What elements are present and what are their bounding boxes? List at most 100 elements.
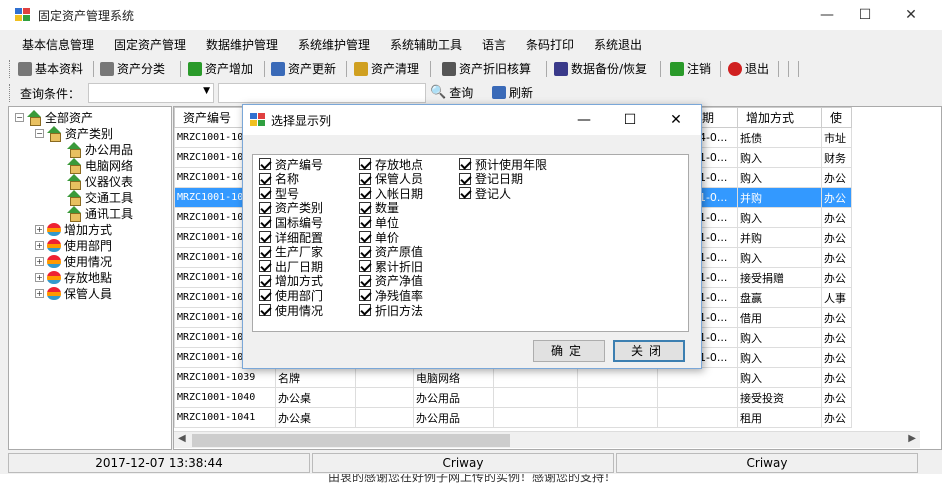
- tree-node-vehicles[interactable]: 交通工具: [67, 189, 133, 206]
- collapse-icon[interactable]: −: [35, 128, 44, 138]
- checkbox-checked-icon[interactable]: [259, 245, 271, 258]
- column-checkbox[interactable]: 资产原值: [359, 245, 423, 259]
- column-checkbox[interactable]: 出厂日期: [259, 259, 323, 274]
- dialog-maximize-button[interactable]: ☐: [607, 105, 653, 135]
- column-checkbox[interactable]: 存放地点: [359, 157, 423, 172]
- checkbox-checked-icon[interactable]: [359, 304, 371, 316]
- tree-node-computer-network[interactable]: 电脑网络: [67, 157, 133, 174]
- column-checkbox[interactable]: 型号: [259, 186, 299, 201]
- menu-system-tools[interactable]: 系统辅助工具: [390, 36, 462, 53]
- column-checkbox[interactable]: 登记人: [459, 186, 511, 201]
- column-header[interactable]: 使: [821, 107, 852, 128]
- asset-update-button[interactable]: 资产更新: [271, 59, 336, 79]
- expand-icon[interactable]: +: [35, 224, 44, 234]
- column-checkbox[interactable]: 入帐日期: [359, 186, 423, 201]
- maximize-button[interactable]: ☐: [842, 0, 888, 30]
- table-row[interactable]: MRZC1001-1041 办公桌 办公用品 租用 办公: [174, 407, 852, 428]
- table-row[interactable]: MRZC1001-1040 办公桌 办公用品 接受投资 办公: [174, 387, 852, 408]
- column-checkbox[interactable]: 折旧方法: [359, 303, 423, 318]
- checkbox-checked-icon[interactable]: [359, 274, 371, 287]
- scroll-thumb[interactable]: [192, 434, 510, 447]
- checkbox-checked-icon[interactable]: [259, 216, 271, 229]
- tree-node-location[interactable]: + 存放地點: [35, 269, 112, 285]
- scroll-left-icon[interactable]: ◀: [178, 433, 186, 444]
- menu-barcode-print[interactable]: 条码打印: [526, 36, 574, 53]
- column-checkbox[interactable]: 单价: [359, 230, 399, 245]
- menu-system-maintenance[interactable]: 系统维护管理: [298, 36, 370, 53]
- depreciation-button[interactable]: 资产折旧核算: [442, 59, 531, 79]
- query-input[interactable]: [218, 83, 426, 103]
- checkbox-checked-icon[interactable]: [459, 172, 471, 185]
- tree-node-category[interactable]: − 资产类别: [35, 125, 113, 142]
- column-checkbox[interactable]: 数量: [359, 201, 399, 215]
- exit-button[interactable]: 退出: [728, 59, 769, 79]
- checkbox-checked-icon[interactable]: [359, 231, 371, 243]
- scroll-right-icon[interactable]: ▶: [908, 433, 916, 444]
- checkbox-checked-icon[interactable]: [259, 289, 271, 302]
- column-checkbox[interactable]: 增加方式: [259, 274, 323, 288]
- column-checkbox[interactable]: 详细配置: [259, 230, 323, 245]
- column-checkbox[interactable]: 生产厂家: [259, 245, 323, 259]
- logout-button[interactable]: 注销: [670, 59, 711, 79]
- collapse-icon[interactable]: −: [15, 112, 24, 122]
- checkbox-checked-icon[interactable]: [459, 187, 471, 200]
- checkbox-checked-icon[interactable]: [359, 260, 371, 273]
- tree-node-office-supplies[interactable]: 办公用品: [67, 141, 133, 158]
- checkbox-checked-icon[interactable]: [359, 158, 371, 170]
- tree-node-department[interactable]: + 使用部門: [35, 237, 112, 253]
- tree-node-custodian[interactable]: + 保管人員: [35, 285, 112, 301]
- table-row[interactable]: MRZC1001-1039 名牌 电脑网络 购入 办公: [174, 367, 852, 388]
- dialog-title-bar[interactable]: 选择显示列 — ☐ ✕: [243, 105, 701, 135]
- column-checkbox[interactable]: 名称: [259, 172, 299, 186]
- backup-restore-button[interactable]: 数据备份/恢复: [554, 59, 647, 79]
- checkbox-checked-icon[interactable]: [259, 172, 271, 185]
- basic-data-button[interactable]: 基本资料: [18, 59, 83, 79]
- asset-category-button[interactable]: 资产分类: [100, 59, 165, 79]
- querybar-grip[interactable]: [9, 84, 12, 102]
- refresh-button[interactable]: 刷新: [492, 84, 533, 101]
- checkbox-checked-icon[interactable]: [259, 231, 271, 243]
- expand-icon[interactable]: +: [35, 272, 44, 282]
- column-checkbox[interactable]: 预计使用年限: [459, 157, 547, 172]
- expand-icon[interactable]: +: [35, 240, 44, 250]
- search-button[interactable]: 🔍 查询: [430, 84, 473, 101]
- checkbox-checked-icon[interactable]: [259, 201, 271, 214]
- checkbox-checked-icon[interactable]: [359, 245, 371, 258]
- checkbox-checked-icon[interactable]: [459, 158, 471, 170]
- checkbox-checked-icon[interactable]: [359, 289, 371, 302]
- checkbox-checked-icon[interactable]: [359, 172, 371, 185]
- ok-button[interactable]: 确定: [533, 340, 605, 362]
- menu-basic-info[interactable]: 基本信息管理: [22, 36, 94, 53]
- column-checkbox[interactable]: 国标编号: [259, 215, 323, 230]
- menu-data-maintenance[interactable]: 数据维护管理: [206, 36, 278, 53]
- column-checkbox[interactable]: 资产编号: [259, 157, 323, 172]
- column-checkbox[interactable]: 保管人员: [359, 172, 423, 186]
- tree-node-instruments[interactable]: 仪器仪表: [67, 173, 133, 190]
- checkbox-checked-icon[interactable]: [259, 304, 271, 316]
- checkbox-checked-icon[interactable]: [359, 216, 371, 229]
- column-checkbox[interactable]: 资产类别: [259, 201, 323, 215]
- column-checkbox[interactable]: 使用部门: [259, 288, 323, 303]
- column-checkbox[interactable]: 净残值率: [359, 288, 423, 303]
- checkbox-checked-icon[interactable]: [359, 201, 371, 214]
- checkbox-checked-icon[interactable]: [259, 187, 271, 200]
- asset-add-button[interactable]: 资产增加: [188, 59, 253, 79]
- column-checkbox[interactable]: 使用情况: [259, 303, 323, 318]
- checkbox-checked-icon[interactable]: [259, 260, 271, 273]
- title-bar[interactable]: 固定资产管理系统 — ☐ ✕: [0, 0, 942, 30]
- column-checkbox[interactable]: 登记日期: [459, 172, 523, 186]
- expand-icon[interactable]: +: [35, 256, 44, 266]
- tree-node-usage[interactable]: + 使用情况: [35, 253, 112, 269]
- dialog-minimize-button[interactable]: —: [561, 105, 607, 135]
- dialog-close-button[interactable]: ✕: [653, 105, 699, 135]
- checkbox-checked-icon[interactable]: [259, 274, 271, 287]
- menu-language[interactable]: 语言: [482, 36, 506, 53]
- horizontal-scrollbar[interactable]: ◀ ▶: [174, 431, 920, 448]
- asset-clear-button[interactable]: 资产清理: [354, 59, 419, 79]
- query-condition-select[interactable]: ▼: [88, 83, 214, 103]
- tree-node-root[interactable]: − 全部资产: [15, 109, 93, 126]
- menu-asset-management[interactable]: 固定资产管理: [114, 36, 186, 53]
- column-header[interactable]: 增加方式: [737, 107, 822, 128]
- checkbox-checked-icon[interactable]: [359, 187, 371, 200]
- close-button[interactable]: ✕: [888, 0, 934, 30]
